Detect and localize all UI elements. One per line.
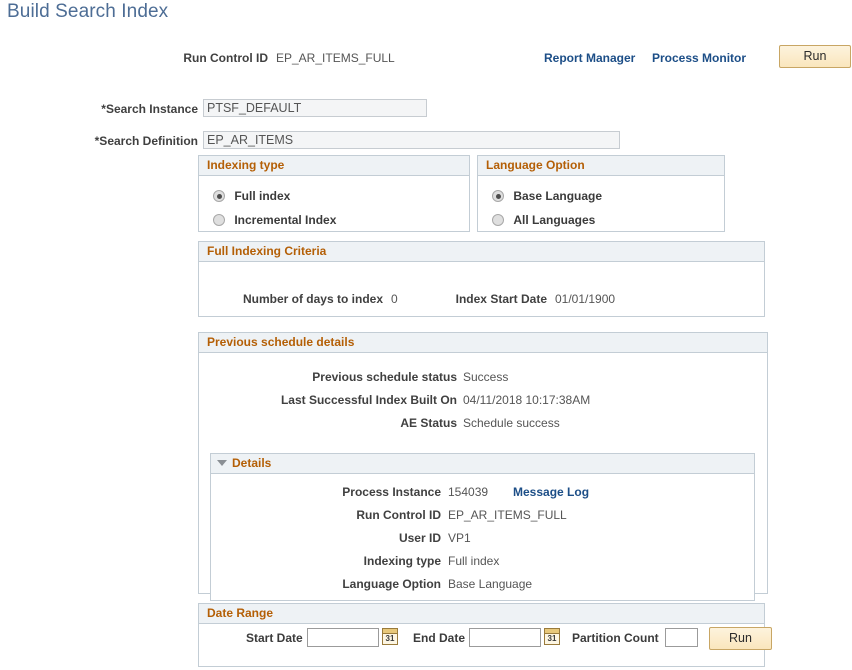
calendar-icon-start-date[interactable]: 31 — [382, 628, 398, 645]
previous-schedule-title: Previous schedule details — [199, 333, 767, 353]
ae-status-value: Schedule success — [463, 416, 560, 430]
details-run-control-id-value: EP_AR_ITEMS_FULL — [448, 508, 567, 522]
last-successful-index-label: Last Successful Index Built On — [199, 393, 457, 407]
radio-base-language-label[interactable]: Base Language — [513, 189, 602, 203]
radio-base-language-mark[interactable] — [492, 190, 504, 202]
end-date-label: End Date — [413, 631, 465, 645]
run-button-bottom[interactable]: Run — [709, 627, 772, 650]
calendar-icon-start-date-text: 31 — [383, 633, 397, 644]
radio-all-languages[interactable]: All Languages — [492, 213, 595, 227]
message-log-link[interactable]: Message Log — [513, 485, 589, 499]
index-start-date-value: 01/01/1900 — [555, 292, 615, 306]
radio-incremental-index[interactable]: Incremental Index — [213, 213, 336, 227]
search-instance-input[interactable] — [203, 99, 427, 117]
calendar-icon-end-date-text: 31 — [545, 633, 559, 644]
last-successful-index-value: 04/11/2018 10:17:38AM — [463, 393, 590, 407]
details-indexing-type-label: Indexing type — [211, 554, 441, 568]
radio-all-languages-mark[interactable] — [492, 214, 504, 226]
details-group-label: Details — [232, 456, 271, 470]
radio-full-index[interactable]: Full index — [213, 189, 290, 203]
radio-full-index-label[interactable]: Full index — [234, 189, 290, 203]
start-date-label: Start Date — [246, 631, 303, 645]
run-control-id-value: EP_AR_ITEMS_FULL — [276, 51, 395, 65]
page-title: Build Search Index — [7, 1, 168, 23]
language-option-group: Language Option Base Language All Langua… — [477, 155, 725, 232]
end-date-input[interactable] — [469, 628, 541, 647]
details-language-option-value: Base Language — [448, 577, 532, 591]
previous-schedule-status-label: Previous schedule status — [199, 370, 457, 384]
search-definition-input[interactable] — [203, 131, 620, 149]
ae-status-label: AE Status — [199, 416, 457, 430]
details-group-title[interactable]: Details — [211, 454, 754, 474]
search-instance-label: *Search Instance — [0, 102, 198, 116]
details-indexing-type-value: Full index — [448, 554, 499, 568]
details-language-option-label: Language Option — [211, 577, 441, 591]
full-indexing-criteria-group: Full Indexing Criteria Number of days to… — [198, 241, 765, 317]
date-range-title: Date Range — [199, 604, 764, 624]
radio-base-language[interactable]: Base Language — [492, 189, 602, 203]
previous-schedule-group: Previous schedule details Previous sched… — [198, 332, 768, 594]
run-control-header-row: Run Control ID EP_AR_ITEMS_FULL Report M… — [0, 47, 852, 73]
index-start-date-label: Index Start Date — [399, 292, 547, 306]
calendar-icon-end-date[interactable]: 31 — [544, 628, 560, 645]
language-option-group-title: Language Option — [478, 156, 724, 176]
indexing-type-group: Indexing type Full index Incremental Ind… — [198, 155, 470, 232]
process-instance-label: Process Instance — [211, 485, 441, 499]
partition-count-label: Partition Count — [572, 631, 659, 645]
user-id-value: VP1 — [448, 531, 471, 545]
report-manager-link[interactable]: Report Manager — [544, 51, 635, 65]
date-range-group: Date Range Start Date 31 End Date 31 Par… — [198, 603, 765, 667]
process-instance-value: 154039 — [448, 485, 488, 499]
full-indexing-criteria-title: Full Indexing Criteria — [199, 242, 764, 262]
days-to-index-label: Number of days to index — [199, 292, 383, 306]
start-date-input[interactable] — [307, 628, 379, 647]
run-button-top[interactable]: Run — [779, 45, 851, 68]
previous-schedule-status-value: Success — [463, 370, 508, 384]
user-id-label: User ID — [211, 531, 441, 545]
search-definition-label: *Search Definition — [0, 134, 198, 148]
details-group: Details Process Instance 154039 Message … — [210, 453, 755, 601]
radio-all-languages-label[interactable]: All Languages — [513, 213, 595, 227]
process-monitor-link[interactable]: Process Monitor — [652, 51, 746, 65]
days-to-index-value: 0 — [391, 292, 398, 306]
triangle-down-icon[interactable] — [217, 460, 227, 466]
partition-count-input[interactable] — [665, 628, 698, 647]
radio-incremental-index-mark[interactable] — [213, 214, 225, 226]
radio-incremental-index-label[interactable]: Incremental Index — [234, 213, 336, 227]
details-run-control-id-label: Run Control ID — [211, 508, 441, 522]
indexing-type-group-title: Indexing type — [199, 156, 469, 176]
run-control-id-label: Run Control ID — [0, 51, 268, 65]
radio-full-index-mark[interactable] — [213, 190, 225, 202]
